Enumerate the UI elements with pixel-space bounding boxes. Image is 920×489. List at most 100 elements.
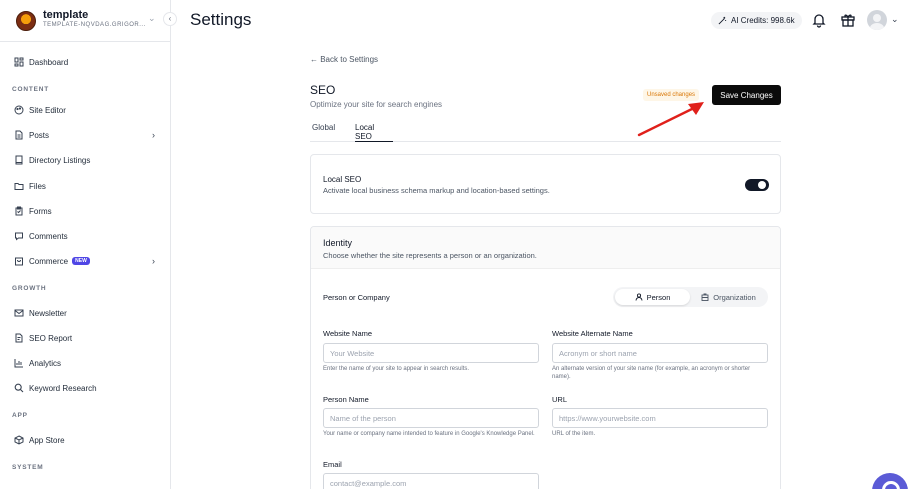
person-name-input[interactable]	[323, 408, 539, 428]
sidebar-item-label: Forms	[29, 206, 52, 216]
person-icon	[635, 293, 643, 301]
sidebar-item-comments[interactable]: Comments	[14, 229, 159, 243]
sidebar-item-site-editor[interactable]: Site Editor	[14, 103, 159, 117]
website-alt-name-input[interactable]	[552, 343, 768, 363]
sidebar-item-label: Keyword Research	[29, 383, 97, 393]
chevron-right-icon: ›	[152, 256, 155, 266]
option-person[interactable]: Person	[615, 289, 690, 305]
search-icon	[14, 383, 24, 393]
workspace-subtitle: TEMPLATE-NQVDAG.GRIGOR...	[43, 22, 146, 28]
sidebar-item-forms[interactable]: Forms	[14, 204, 159, 218]
website-name-input[interactable]	[323, 343, 539, 363]
sidebar-item-label: Posts	[29, 130, 50, 140]
identity-title: Identity	[323, 238, 353, 248]
ai-credits-badge[interactable]: AI Credits: 998.6k	[711, 12, 802, 29]
workspace-name: template	[43, 9, 89, 21]
person-name-label: Person Name	[323, 395, 369, 404]
magic-wand-icon	[718, 16, 727, 25]
sidebar: template TEMPLATE-NQVDAG.GRIGOR... ⌄ Das…	[0, 0, 171, 489]
clipboard-icon	[14, 206, 24, 216]
url-help: URL of the item.	[552, 431, 596, 437]
palette-icon	[14, 105, 24, 115]
workspace-logo	[16, 11, 36, 31]
workspace-switcher[interactable]: template TEMPLATE-NQVDAG.GRIGOR... ⌄	[0, 0, 170, 42]
sidebar-item-label: Directory Listings	[29, 155, 91, 165]
comment-icon	[14, 231, 24, 241]
section-system: SYSTEM	[12, 464, 44, 471]
tab-local-seo[interactable]: Local SEO	[355, 123, 393, 142]
section-title: SEO	[310, 83, 336, 97]
new-badge: NEW	[72, 257, 90, 265]
section-app: APP	[12, 412, 28, 419]
ai-credits-text: AI Credits: 998.6k	[731, 16, 795, 25]
section-content: CONTENT	[12, 86, 50, 93]
email-label: Email	[323, 460, 342, 469]
book-icon	[14, 155, 24, 165]
sidebar-item-label: Files	[29, 181, 46, 191]
local-seo-description: Activate local business schema markup an…	[323, 186, 550, 195]
option-organization[interactable]: Organization	[691, 289, 766, 305]
identity-card: Identity Choose whether the site represe…	[310, 226, 781, 489]
avatar[interactable]	[867, 10, 887, 30]
sidebar-item-newsletter[interactable]: Newsletter	[14, 306, 159, 320]
sidebar-item-label: Comments	[29, 231, 68, 241]
sidebar-item-dashboard[interactable]: Dashboard	[14, 55, 159, 69]
gift-icon[interactable]	[840, 12, 856, 28]
person-name-help: Your name or company name intended to fe…	[323, 431, 535, 437]
section-subtitle: Optimize your site for search engines	[310, 100, 443, 109]
sidebar-item-commerce[interactable]: Commerce NEW ›	[14, 254, 159, 268]
help-chat-button[interactable]	[872, 473, 908, 489]
bell-icon[interactable]	[811, 12, 827, 28]
cart-icon	[14, 256, 24, 266]
page-title: Settings	[190, 10, 252, 29]
website-name-help: Enter the name of your site to appear in…	[323, 366, 470, 372]
sidebar-item-label: Newsletter	[29, 308, 67, 318]
folder-icon	[14, 181, 24, 191]
building-icon	[701, 293, 709, 301]
dashboard-icon	[14, 57, 24, 67]
back-to-settings-link[interactable]: ← Back to Settings	[310, 55, 378, 64]
person-or-company-label: Person or Company	[323, 293, 390, 302]
tab-bar: Global Local SEO	[310, 120, 781, 142]
section-growth: GROWTH	[12, 285, 47, 292]
sidebar-item-analytics[interactable]: Analytics	[14, 356, 159, 370]
email-input[interactable]	[323, 473, 539, 489]
sidebar-item-seo-report[interactable]: SEO Report	[14, 331, 159, 345]
website-alt-name-help: An alternate version of your site name (…	[552, 366, 751, 380]
sidebar-item-label: App Store	[29, 435, 65, 445]
tab-global[interactable]: Global	[312, 123, 335, 142]
url-input[interactable]	[552, 408, 768, 428]
website-alt-name-label: Website Alternate Name	[552, 329, 633, 338]
identity-header: Identity Choose whether the site represe…	[311, 227, 780, 269]
local-seo-title: Local SEO	[323, 175, 362, 184]
sidebar-item-label: SEO Report	[29, 333, 73, 343]
website-name-label: Website Name	[323, 329, 373, 338]
url-label: URL	[552, 395, 568, 404]
chevron-down-icon: ⌄	[148, 13, 156, 23]
identity-type-toggle: Person Organization	[613, 287, 768, 307]
sidebar-item-directory-listings[interactable]: Directory Listings	[14, 153, 159, 167]
sidebar-item-keyword-research[interactable]: Keyword Research	[14, 381, 159, 395]
chevron-down-icon[interactable]: ⌄	[891, 14, 899, 25]
sidebar-item-app-store[interactable]: App Store	[14, 433, 159, 447]
chevron-right-icon: ›	[152, 130, 155, 140]
mail-icon	[14, 308, 24, 318]
sidebar-item-files[interactable]: Files	[14, 179, 159, 193]
identity-description: Choose whether the site represents a per…	[323, 251, 537, 260]
sidebar-item-label: Analytics	[29, 358, 62, 368]
save-changes-button[interactable]: Save Changes	[712, 85, 781, 105]
option-organization-label: Organization	[713, 292, 756, 302]
sidebar-item-label: Dashboard	[29, 57, 69, 67]
document-icon	[14, 130, 24, 140]
sidebar-item-posts[interactable]: Posts ›	[14, 128, 159, 142]
local-seo-card: Local SEO Activate local business schema…	[310, 154, 781, 214]
option-person-label: Person	[646, 292, 671, 302]
report-icon	[14, 333, 24, 343]
app-root: template TEMPLATE-NQVDAG.GRIGOR... ⌄ Das…	[0, 0, 920, 489]
chart-icon	[14, 358, 24, 368]
local-seo-toggle[interactable]	[745, 179, 769, 191]
sidebar-item-label: Site Editor	[29, 105, 66, 115]
sidebar-item-label: Commerce	[29, 256, 69, 266]
package-icon	[14, 435, 24, 445]
collapse-sidebar-button[interactable]: ‹	[163, 12, 177, 26]
